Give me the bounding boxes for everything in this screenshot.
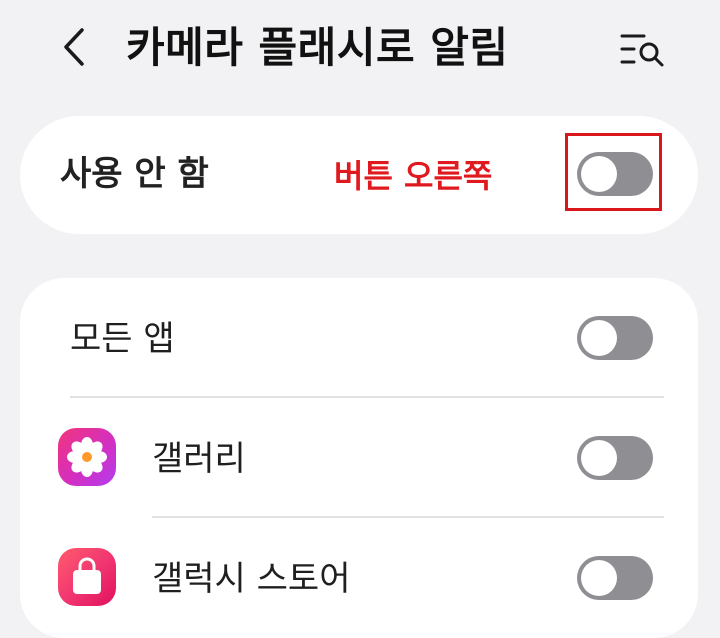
master-toggle[interactable] xyxy=(577,152,653,196)
all-apps-toggle[interactable] xyxy=(577,316,653,360)
list-item-label: 갤러리 xyxy=(152,439,246,479)
app-list-card: 모든 앱 갤러리 갤럭시 스토어 xyxy=(20,278,698,638)
toggle-knob xyxy=(581,156,617,192)
galaxy-store-toggle[interactable] xyxy=(577,556,653,600)
toggle-knob xyxy=(581,440,617,476)
chevron-left-icon xyxy=(64,28,84,66)
annotation-text: 버튼 오른쪽 xyxy=(334,157,493,195)
gallery-app-icon xyxy=(58,428,116,486)
page-title: 카메라 플래시로 알림 xyxy=(126,23,509,72)
toggle-knob xyxy=(581,560,617,596)
master-switch-label: 사용 안 함 xyxy=(60,154,209,194)
list-item-gallery[interactable]: 갤러리 xyxy=(20,398,698,516)
list-item-label: 갤럭시 스토어 xyxy=(152,559,351,599)
master-switch-card[interactable]: 사용 안 함 버튼 오른쪽 xyxy=(20,116,698,234)
search-settings-button[interactable] xyxy=(614,24,670,74)
list-item-galaxy-store[interactable]: 갤럭시 스토어 xyxy=(20,518,698,636)
list-search-icon xyxy=(620,34,664,67)
toggle-knob xyxy=(581,320,617,356)
galaxy-store-app-icon xyxy=(58,548,116,606)
shopping-bag-icon xyxy=(73,557,101,594)
app-header: 카메라 플래시로 알림 xyxy=(0,0,720,100)
back-button[interactable] xyxy=(52,22,102,72)
gallery-toggle[interactable] xyxy=(577,436,653,480)
list-item-label: 모든 앱 xyxy=(70,319,175,359)
gallery-flower-icon xyxy=(67,437,107,477)
list-item-all-apps[interactable]: 모든 앱 xyxy=(20,278,698,396)
